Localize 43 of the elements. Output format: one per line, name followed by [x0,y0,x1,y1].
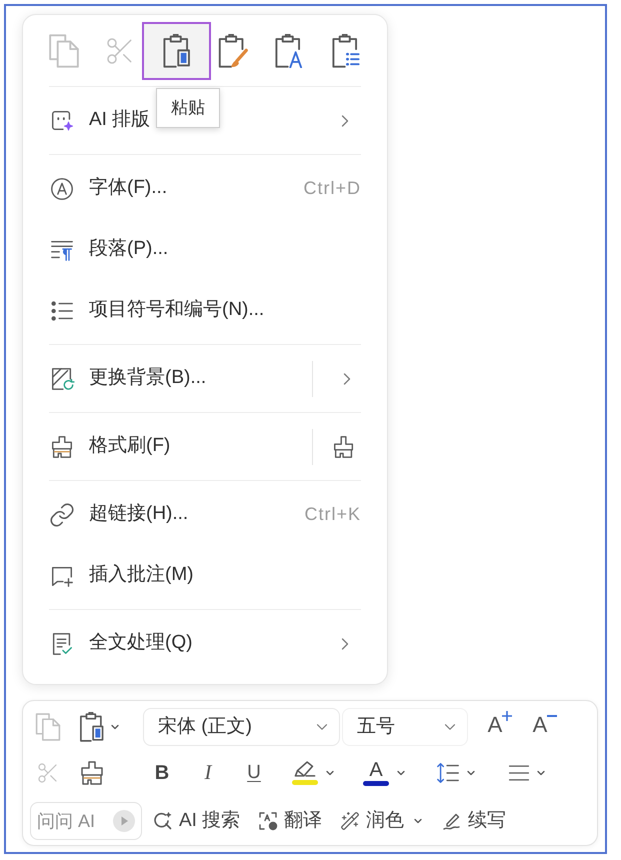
translate-icon [258,811,278,831]
highlighter-icon [293,761,317,778]
ai-action-button[interactable]: 续写 [442,804,506,838]
paste-button[interactable] [142,22,212,80]
menu-item[interactable]: 段落(P)... [49,219,361,280]
minus-icon [547,715,558,717]
tooltip: 粘贴 [156,88,220,128]
menu-item[interactable]: 超链接(H)... Ctrl+K [49,484,361,545]
pen-icon [442,811,462,831]
bold-button[interactable]: B [142,758,182,788]
magic-wand-icon [340,811,360,831]
menu-item[interactable]: 全文处理(Q) [49,613,361,674]
menu-item[interactable]: 格式刷(F) [49,416,312,477]
clipboard-icon [160,34,193,68]
shortcut-text: Ctrl+D [303,177,361,200]
grow-font-button[interactable]: A [482,708,518,746]
link-icon [49,502,75,528]
italic-button[interactable]: I [188,758,228,788]
search-icon [153,811,173,831]
pages-icon [48,34,80,68]
image-refresh-icon [49,366,75,392]
line-spacing-icon [435,760,461,786]
size-select[interactable]: 五号 [342,708,468,746]
ask-ai-field[interactable]: 问问 AI [30,802,142,840]
menu-item[interactable]: 插入批注(M) [49,545,361,606]
ai-action-button[interactable]: AI 搜索 [153,804,240,838]
font-color-button[interactable]: A [361,758,409,788]
ai-action-button[interactable]: 润色 [340,804,424,838]
menu-item[interactable]: 更换背景(B)... [49,348,312,409]
plus-icon [502,711,512,721]
ai-action-button[interactable]: 翻译 [258,804,322,838]
font-select[interactable]: 宋体 (正文) [143,708,340,746]
menu-item[interactable]: 字体(F)... Ctrl+D [49,158,361,219]
pages-icon [35,713,61,741]
clipboard-list-icon [330,34,362,68]
clipboard-brush-icon [217,34,250,68]
clipboard-icon [79,712,105,742]
shortcut-text: Ctrl+K [304,503,361,526]
underline-button[interactable]: U [234,758,274,788]
menu-item[interactable]: 项目符号和编号(N)... [49,280,361,341]
shrink-font-button[interactable]: A [527,708,563,746]
format-brush-icon [49,434,75,460]
circled-a-icon [49,176,75,202]
